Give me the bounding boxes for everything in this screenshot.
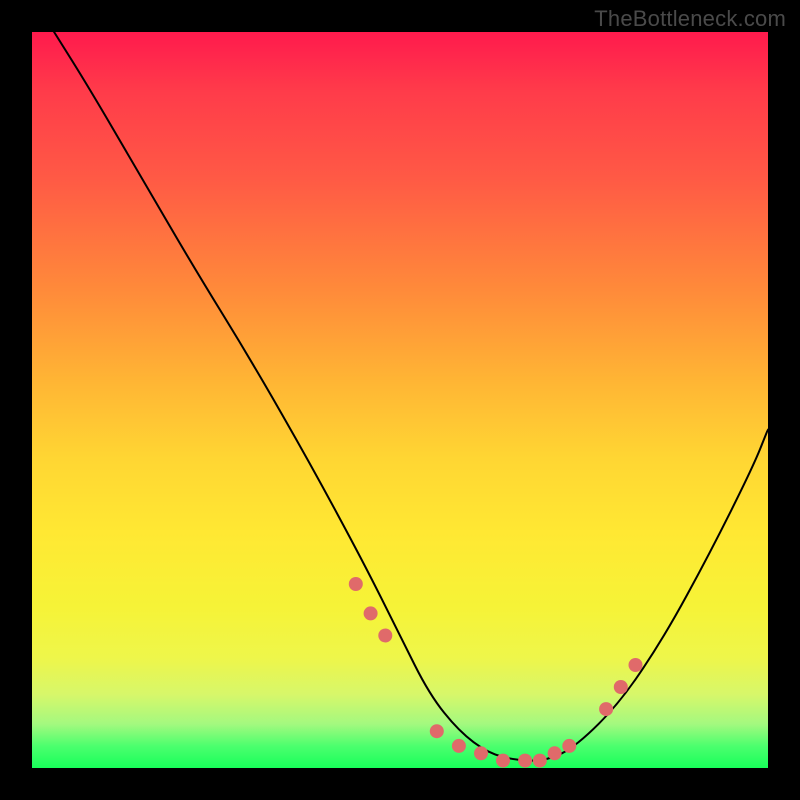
curve-marker bbox=[562, 739, 576, 753]
watermark-text: TheBottleneck.com bbox=[594, 6, 786, 32]
curve-marker bbox=[430, 724, 444, 738]
curve-marker bbox=[599, 702, 613, 716]
marker-group bbox=[349, 577, 643, 768]
curve-marker bbox=[533, 754, 547, 768]
curve-marker bbox=[496, 754, 510, 768]
curve-marker bbox=[614, 680, 628, 694]
curve-marker bbox=[474, 746, 488, 760]
curve-marker bbox=[548, 746, 562, 760]
curve-marker bbox=[452, 739, 466, 753]
curve-marker bbox=[349, 577, 363, 591]
curve-marker bbox=[378, 629, 392, 643]
curve-marker bbox=[629, 658, 643, 672]
bottleneck-curve bbox=[54, 32, 768, 761]
chart-frame: TheBottleneck.com bbox=[0, 0, 800, 800]
curve-marker bbox=[518, 754, 532, 768]
chart-svg bbox=[32, 32, 768, 768]
curve-marker bbox=[364, 606, 378, 620]
plot-area bbox=[32, 32, 768, 768]
